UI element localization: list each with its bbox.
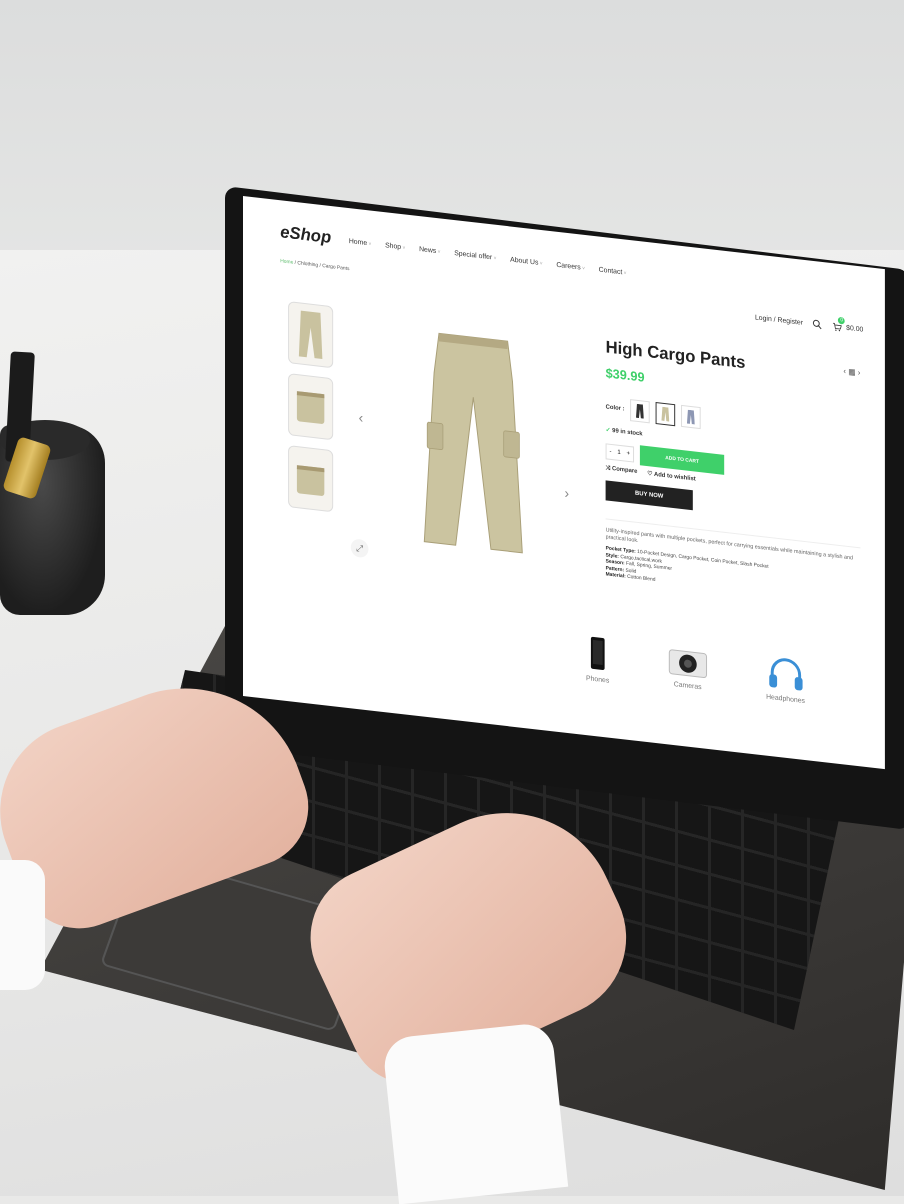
image-prev-arrow[interactable]: ‹ [359, 409, 364, 426]
breadcrumb-category[interactable]: Chlothing [297, 260, 318, 268]
category-label: Cameras [673, 681, 702, 692]
thumbnail-list [288, 301, 334, 513]
pants-swatch-icon [636, 403, 645, 419]
headphones-icon [768, 658, 803, 691]
pants-swatch-icon [687, 409, 696, 425]
nav-about-us[interactable]: About Us [510, 256, 542, 267]
laptop-screen: eShop Home Shop News Special offer About… [243, 196, 885, 770]
thumbnail-3[interactable] [288, 445, 334, 513]
header-actions: Login / Register 0 $0.00 [755, 312, 863, 334]
pants-thumb-icon [296, 391, 325, 424]
cart-count-badge: 0 [838, 316, 846, 325]
color-label: Color : [605, 404, 625, 413]
quantity-stepper: - 1 + [605, 443, 634, 463]
cart-button[interactable]: 0 $0.00 [832, 316, 864, 335]
thumbnail-1[interactable] [288, 301, 334, 369]
pants-swatch-icon [661, 406, 670, 422]
category-label: Phones [586, 675, 610, 685]
left-sleeve [0, 860, 45, 990]
site-logo[interactable]: eShop [280, 222, 331, 248]
category-label: Headphones [766, 693, 805, 706]
shuffle-icon: ⤨ [605, 465, 611, 472]
login-register-link[interactable]: Login / Register [755, 314, 803, 326]
pants-thumb-icon [296, 465, 325, 496]
nav-news[interactable]: News [419, 246, 440, 255]
search-icon[interactable] [813, 319, 823, 330]
nav-shop[interactable]: Shop [385, 242, 405, 251]
stock-text: 99 in stock [612, 428, 643, 438]
pants-thumb-icon [298, 310, 323, 360]
main-nav: Home Shop News Special offer About Us Ca… [349, 238, 627, 277]
category-headphones[interactable]: Headphones [766, 656, 805, 707]
category-phones[interactable]: Phones [586, 635, 609, 685]
phone-icon [590, 636, 605, 670]
image-next-arrow[interactable]: › [564, 485, 569, 502]
buy-now-button[interactable]: BUY NOW [605, 480, 693, 511]
wishlist-label: Add to wishlist [653, 471, 696, 483]
compare-label: Compare [611, 466, 638, 475]
product-nav[interactable]: ‹ ▦ › [843, 366, 860, 377]
check-icon: ✓ [605, 427, 611, 434]
camera-icon [668, 649, 707, 678]
thumbnail-2[interactable] [288, 373, 334, 441]
heart-icon: ♡ [647, 471, 653, 478]
product-main-image[interactable] [419, 326, 527, 563]
nav-special-offer[interactable]: Special offer [454, 250, 496, 262]
nav-home[interactable]: Home [349, 238, 372, 248]
nav-contact[interactable]: Contact [599, 267, 627, 277]
category-cameras[interactable]: Cameras [668, 644, 707, 695]
right-sleeve [381, 1021, 569, 1204]
breadcrumb-current: Cargo Pants [322, 263, 350, 273]
color-swatch-khaki[interactable] [655, 402, 676, 427]
breadcrumb: Home / Chlothing / Cargo Pants [280, 258, 349, 272]
zoom-icon[interactable]: ⤢ [350, 538, 369, 559]
category-strip: Phones Cameras Headphones [586, 635, 805, 707]
cart-total: $0.00 [846, 324, 864, 334]
compare-link[interactable]: ⤨ Compare [606, 465, 638, 476]
nav-careers[interactable]: Careers [556, 262, 585, 272]
color-swatch-black[interactable] [630, 399, 651, 424]
product-info: ‹ ▦ › High Cargo Pants $39.99 Color : ✓ … [605, 337, 861, 607]
qty-value[interactable]: 1 [614, 445, 623, 460]
spec-label: Material: [605, 571, 626, 580]
qty-plus-button[interactable]: + [624, 446, 633, 461]
qty-minus-button[interactable]: - [607, 444, 615, 459]
breadcrumb-home[interactable]: Home [280, 258, 293, 265]
wishlist-link[interactable]: ♡ Add to wishlist [647, 470, 696, 483]
color-swatch-blue[interactable] [681, 404, 701, 430]
